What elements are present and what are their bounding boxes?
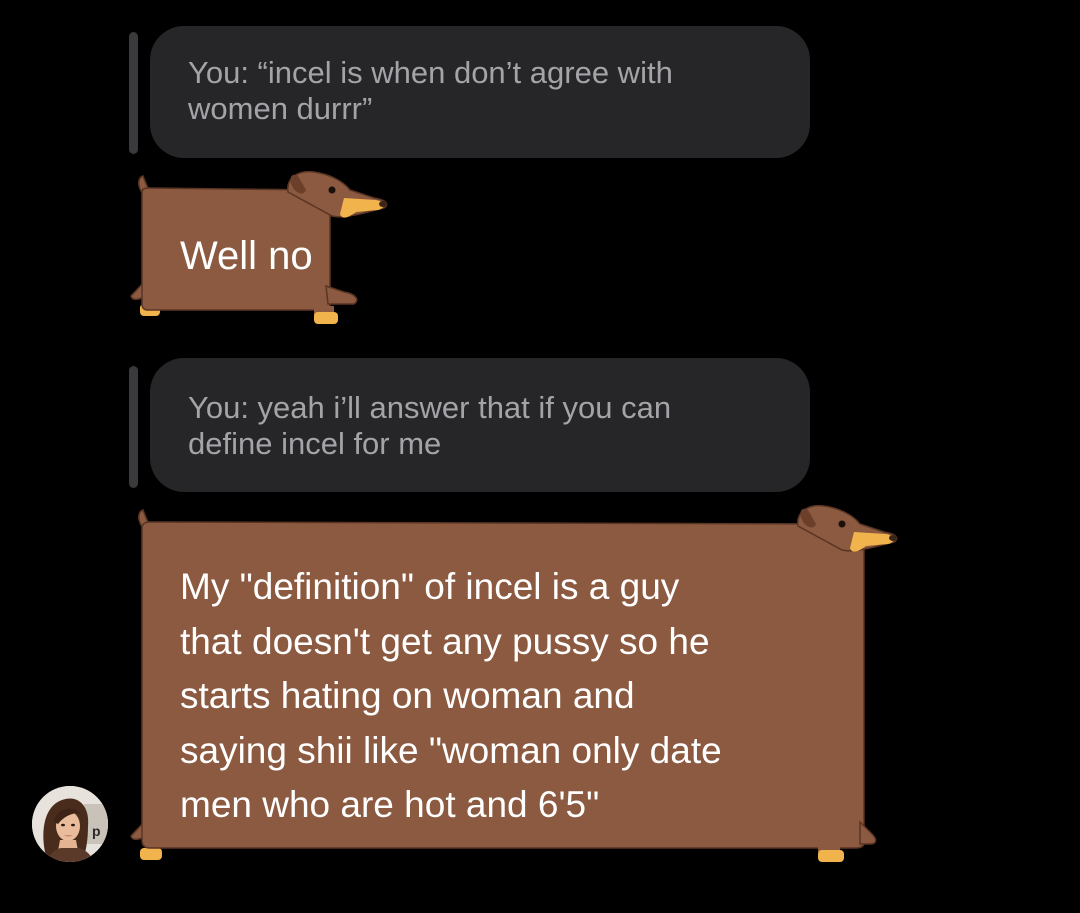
reply-quote-text: You: “incel is when don’t agree with wom… [188, 55, 673, 126]
message-text: Well no [180, 234, 313, 278]
reply-quote-bubble[interactable]: You: yeah i’ll answer that if you can de… [150, 358, 810, 492]
woman-portrait-avatar-icon: p [32, 786, 108, 862]
reply-indicator-bar [129, 32, 138, 154]
svg-text:p: p [92, 823, 101, 839]
reply-indicator-bar [129, 366, 138, 488]
reply-quote-text: You: yeah i’ll answer that if you can de… [188, 390, 672, 461]
sender-avatar[interactable]: p [32, 786, 108, 862]
reply-quote-bubble[interactable]: You: “incel is when don’t agree with wom… [150, 26, 810, 158]
message-text: My "definition" of incel is a guy that d… [180, 566, 722, 825]
dachshund-message-bubble[interactable]: Well no [128, 168, 390, 328]
dachshund-message-bubble[interactable]: My "definition" of incel is a guy that d… [128, 500, 898, 866]
message-thread: You: “incel is when don’t agree with wom… [0, 0, 1080, 913]
